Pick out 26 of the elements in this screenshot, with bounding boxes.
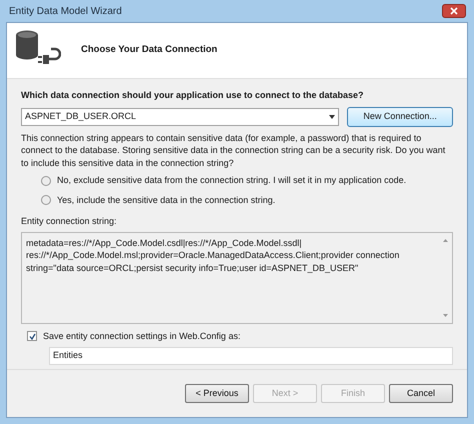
scroll-down-icon	[442, 314, 448, 316]
checkbox[interactable]	[27, 331, 37, 342]
connection-string-line: string="data source=ORCL;persist security info=True;user id=ASPNET_DB_USER"	[26, 262, 360, 274]
close-button[interactable]	[442, 4, 466, 18]
radio-button[interactable]	[41, 176, 51, 186]
scroll-up-icon	[442, 238, 448, 242]
save-setting-label: Save entity connection settings in Web.Config as:	[43, 330, 240, 343]
connection-string-label: Entity connection string:	[21, 215, 118, 228]
radio-button[interactable]	[41, 195, 51, 206]
close-icon	[450, 7, 458, 15]
entities-name-field[interactable]: Entities	[49, 347, 453, 365]
checkmark-icon	[28, 332, 36, 340]
wizard-button[interactable]: < Previous	[185, 384, 249, 403]
header-title: Choose Your Data Connection	[81, 43, 218, 58]
connection-string-line: metadata=res://*/App_Code.Model.csdl|res://*/App_Code.Model.ssdl|	[26, 236, 303, 249]
wizard-button[interactable]: Cancel	[389, 384, 453, 403]
dropdown-caret-icon	[329, 114, 336, 118]
warning-text: This connection string appears to contain sensitive data (for example, a password) that is required to connect to the database. Storing sensitive data in the connection string can be a security risk. Do you want to include this sensitive data in the connection string?	[21, 132, 446, 169]
window-title: Entity Data Model Wizard	[8, 4, 122, 18]
connection-string-line: res://*/App_Code.Model.msl;provider=Oracle.ManagedDataAccess.Client;provider connection	[26, 249, 400, 262]
connection-dropdown[interactable]: ASPNET_DB_USER.ORCL	[21, 108, 340, 126]
connection-string-box[interactable]	[21, 232, 453, 324]
new-connection-button[interactable]: New Connection...	[347, 106, 453, 126]
question-label: Which data connection should your application use to connect to the database?	[21, 89, 365, 102]
option-label: No, exclude sensitive data from the connection string. I will set it in my application code.	[57, 174, 406, 187]
option-label: Yes, include the sensitive data in the connection string.	[57, 194, 276, 207]
